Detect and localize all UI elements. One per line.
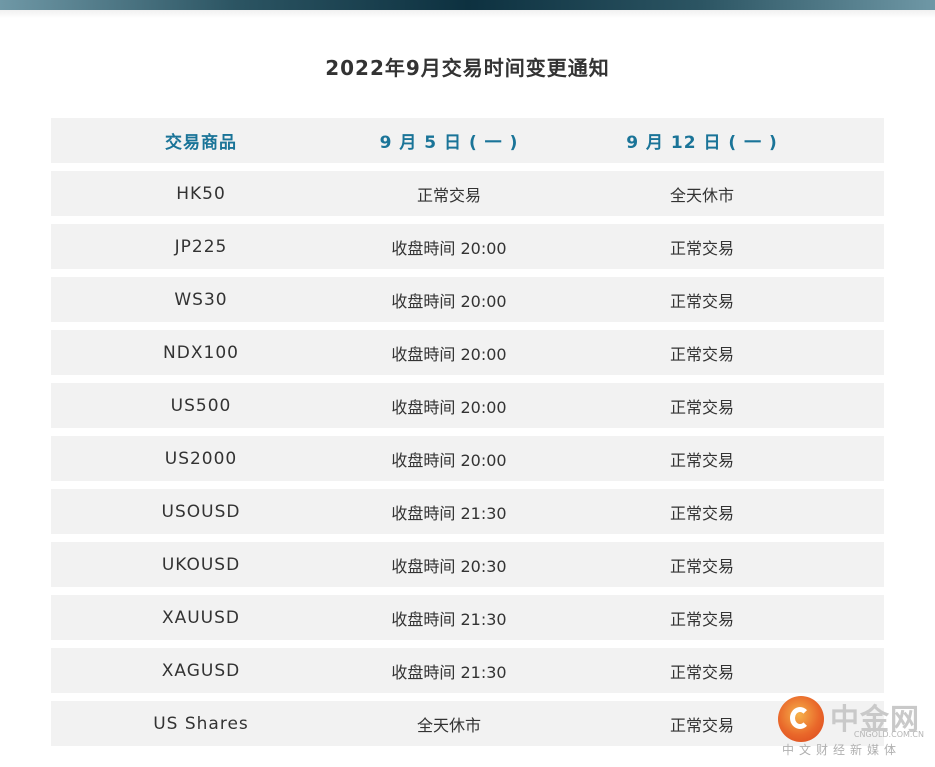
table-row: US Shares 全天休市 正常交易 (51, 701, 884, 746)
cell-product: US2000 (164, 448, 238, 469)
cell-sep-5: 收盘時间 20:00 (391, 344, 507, 364)
cell-sep-12: 正常交易 (669, 344, 734, 364)
page-title: 2022年9月交易时间变更通知 (325, 56, 610, 80)
schedule-table: 交易商品 9 月 5 日 ( 一 ) 9 月 12 日 ( 一 ) HK50 正… (51, 118, 884, 754)
logo-swirl-icon (790, 707, 810, 729)
cell-product: UKOUSD (161, 554, 241, 575)
cell-product: US500 (170, 395, 232, 416)
cell-product: USOUSD (161, 501, 241, 522)
table-row: US2000 收盘時间 20:00 正常交易 (51, 436, 884, 481)
cell-sep-12: 正常交易 (669, 503, 734, 523)
cell-sep-5: 收盘時间 20:00 (391, 397, 507, 417)
cell-sep-5: 全天休市 (416, 715, 481, 735)
top-banner-bar (0, 0, 935, 10)
watermark-subtitle: 中文财经新媒体 (782, 743, 902, 757)
table-row: UKOUSD 收盘時间 20:30 正常交易 (51, 542, 884, 587)
cell-product: XAGUSD (161, 660, 241, 681)
table-row: WS30 收盘時间 20:00 正常交易 (51, 277, 884, 322)
watermark: 中金网 CNGOLD.COM.CN 中文财经新媒体 (778, 696, 928, 758)
cell-sep-12: 正常交易 (669, 397, 734, 417)
table-header-row: 交易商品 9 月 5 日 ( 一 ) 9 月 12 日 ( 一 ) (51, 118, 884, 163)
cell-sep-5: 收盘時间 20:00 (391, 291, 507, 311)
cell-sep-5: 正常交易 (416, 185, 481, 205)
table-row: JP225 收盘時间 20:00 正常交易 (51, 224, 884, 269)
cell-sep-5: 收盘時间 21:30 (391, 503, 507, 523)
cell-sep-12: 正常交易 (669, 450, 734, 470)
top-banner-shadow (0, 10, 935, 18)
cngold-logo-icon (778, 696, 824, 742)
cell-sep-12: 正常交易 (669, 556, 734, 576)
cell-sep-12: 正常交易 (669, 291, 734, 311)
table-row: NDX100 收盘時间 20:00 正常交易 (51, 330, 884, 375)
table-row: HK50 正常交易 全天休市 (51, 171, 884, 216)
cell-product: XAUUSD (161, 607, 241, 628)
header-sep-5: 9 月 5 日 ( 一 ) (379, 133, 519, 153)
cell-product: NDX100 (163, 342, 239, 363)
table-row: XAUUSD 收盘時间 21:30 正常交易 (51, 595, 884, 640)
table-row: USOUSD 收盘時间 21:30 正常交易 (51, 489, 884, 534)
header-product: 交易商品 (165, 133, 237, 153)
cell-product: US Shares (153, 713, 249, 734)
table-row: XAGUSD 收盘時间 21:30 正常交易 (51, 648, 884, 693)
cell-sep-12: 正常交易 (669, 609, 734, 629)
cell-product: JP225 (174, 236, 228, 257)
header-sep-12: 9 月 12 日 ( 一 ) (626, 133, 778, 153)
cell-product: WS30 (174, 289, 228, 310)
cell-sep-5: 收盘時间 20:00 (391, 238, 507, 258)
cell-sep-12: 全天休市 (669, 185, 734, 205)
cell-product: HK50 (176, 183, 226, 204)
cell-sep-5: 收盘時间 21:30 (391, 662, 507, 682)
cell-sep-12: 正常交易 (669, 238, 734, 258)
cell-sep-5: 收盘時间 21:30 (391, 609, 507, 629)
cell-sep-12: 正常交易 (669, 662, 734, 682)
cell-sep-5: 收盘時间 20:30 (391, 556, 507, 576)
table-row: US500 收盘時间 20:00 正常交易 (51, 383, 884, 428)
cell-sep-5: 收盘時间 20:00 (391, 450, 507, 470)
watermark-url: CNGOLD.COM.CN (853, 730, 924, 739)
